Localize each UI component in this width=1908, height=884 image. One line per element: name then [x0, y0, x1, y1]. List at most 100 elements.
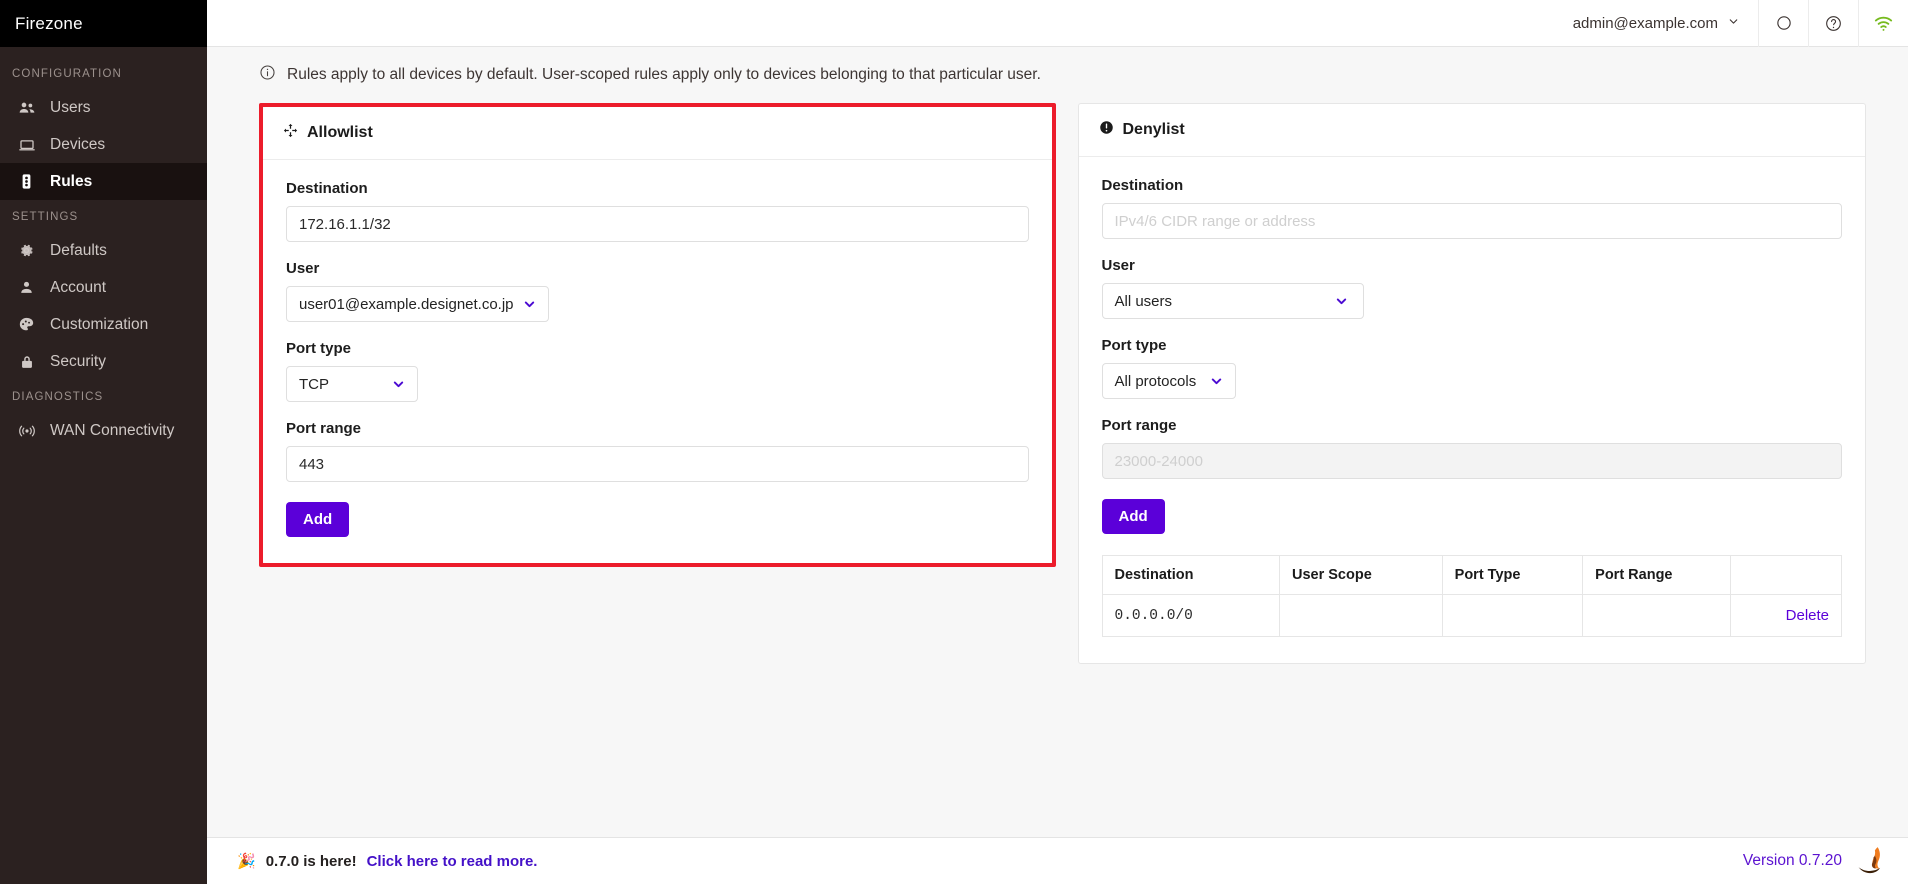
sidebar-item-label: Account [50, 278, 107, 296]
question-circle-icon[interactable] [1808, 0, 1858, 47]
cell-user-scope [1278, 594, 1443, 637]
denylist-port-range-label: Port range [1101, 417, 1177, 434]
allowlist-form: Destination User user01@example.designet… [263, 160, 1052, 563]
chevron-down-icon [1209, 374, 1224, 389]
sidebar-item-customization[interactable]: Customization [0, 306, 207, 343]
denylist-port-type-label: Port type [1101, 337, 1167, 354]
sidebar-item-users[interactable]: Users [0, 89, 207, 126]
denylist-panel-wrap: Denylist Destination User All users [1077, 103, 1866, 664]
denylist-user-label: User [1101, 257, 1135, 274]
sidebar-section-diagnostics: DIAGNOSTICS [12, 391, 104, 403]
sidebar-item-defaults[interactable]: Defaults [0, 232, 207, 269]
col-port-type: Port Type [1441, 555, 1584, 595]
firezone-flame-logo [1856, 842, 1890, 881]
sidebar: Firezone CONFIGURATION Users Devices Rul… [0, 0, 207, 884]
denylist-header: Denylist [1078, 104, 1865, 157]
allowlist-destination-group: Destination [286, 180, 1029, 242]
col-actions [1730, 555, 1842, 595]
allowlist-port-range-input[interactable] [286, 446, 1029, 482]
col-user-scope: User Scope [1278, 555, 1443, 595]
main-area: admin@example.com Rules apply to all dev… [207, 0, 1908, 884]
cell-port-type [1441, 594, 1584, 637]
sidebar-item-account[interactable]: Account [0, 269, 207, 306]
denylist-port-type-group: Port type All protocols [1101, 337, 1843, 399]
person-icon [17, 278, 36, 297]
sidebar-nav: CONFIGURATION Users Devices Rules SETTIN… [0, 47, 207, 449]
move-arrows-icon [283, 123, 298, 143]
sidebar-item-security[interactable]: Security [0, 343, 207, 380]
sidebar-item-devices[interactable]: Devices [0, 126, 207, 163]
sidebar-section-settings: SETTINGS [12, 211, 79, 223]
account-menu[interactable]: admin@example.com [1555, 0, 1758, 46]
denylist-user-select[interactable]: All users [1101, 283, 1364, 319]
allowlist-port-type-select[interactable]: TCP [286, 366, 418, 402]
footer-version: Version 0.7.20 [1742, 852, 1842, 869]
allowlist-user-value: user01@example.designet.co.jp [299, 295, 514, 313]
allowlist-port-type-value: TCP [299, 375, 329, 393]
allowlist-destination-label: Destination [286, 180, 368, 197]
gear-icon [17, 241, 36, 260]
allowlist-panel: Allowlist Destination User user01@exampl… [263, 107, 1052, 563]
denylist-table-head: Destination User Scope Port Type Port Ra… [1101, 555, 1842, 595]
account-email: admin@example.com [1572, 14, 1718, 32]
footer-release-text: 0.7.0 is here! [265, 852, 357, 870]
col-port-range: Port Range [1582, 555, 1732, 595]
allowlist-header: Allowlist [263, 107, 1052, 160]
users-icon [17, 98, 36, 117]
info-banner-text: Rules apply to all devices by default. U… [287, 66, 1041, 83]
footer-version-area: Version 0.7.20 [1743, 842, 1890, 881]
content-area: Rules apply to all devices by default. U… [207, 47, 1908, 884]
allowlist-title: Allowlist [307, 124, 373, 141]
allowlist-add-button[interactable]: Add [286, 502, 350, 537]
sidebar-item-label: Devices [50, 135, 106, 153]
info-circle-icon [259, 64, 276, 86]
denylist-port-range-input[interactable] [1101, 443, 1842, 479]
chevron-down-icon [391, 377, 406, 392]
denylist-port-type-select[interactable]: All protocols [1101, 363, 1236, 399]
denylist-destination-group: Destination [1101, 177, 1842, 239]
sidebar-item-label: Customization [50, 315, 149, 333]
delete-link[interactable]: Delete [1786, 607, 1829, 624]
col-destination: Destination [1101, 555, 1280, 595]
sidebar-item-rules[interactable]: Rules [0, 163, 207, 200]
allowlist-user-select[interactable]: user01@example.designet.co.jp [286, 286, 549, 322]
denylist-destination-label: Destination [1101, 177, 1184, 194]
allowlist-user-label: User [286, 260, 320, 277]
lock-icon [17, 352, 36, 371]
table-row: 0.0.0.0/0 Delete [1101, 594, 1842, 637]
topbar: admin@example.com [207, 0, 1908, 47]
allowlist-port-range-label: Port range [286, 420, 362, 437]
sidebar-item-label: WAN Connectivity [50, 421, 175, 439]
circle-icon[interactable] [1758, 0, 1808, 47]
cell-destination: 0.0.0.0/0 [1101, 594, 1280, 637]
chevron-down-icon [1334, 294, 1349, 309]
table-header-row: Destination User Scope Port Type Port Ra… [1101, 555, 1842, 595]
denylist-title: Denylist [1122, 121, 1185, 138]
sidebar-item-label: Security [50, 352, 106, 370]
allowlist-port-type-label: Port type [286, 340, 352, 357]
palette-icon [17, 315, 36, 334]
footer-release-notice: 🎉 0.7.0 is here! Click here to read more… [237, 852, 538, 871]
party-popper-icon: 🎉 [237, 853, 256, 870]
laptop-icon [17, 135, 36, 154]
brand-title[interactable]: Firezone [0, 0, 207, 47]
allowlist-user-group: User user01@example.designet.co.jp [286, 260, 1029, 322]
sidebar-item-label: Defaults [50, 241, 107, 259]
denylist-table: Destination User Scope Port Type Port Ra… [1101, 555, 1843, 637]
exclamation-circle-icon [1099, 120, 1114, 140]
chevron-down-icon [522, 297, 537, 312]
sidebar-item-wan-connectivity[interactable]: WAN Connectivity [0, 412, 207, 449]
allowlist-destination-input[interactable] [286, 206, 1029, 242]
denylist-add-button[interactable]: Add [1101, 499, 1165, 534]
footer: 🎉 0.7.0 is here! Click here to read more… [207, 837, 1908, 884]
wifi-icon[interactable] [1858, 0, 1908, 47]
cell-actions: Delete [1730, 594, 1842, 637]
rules-panels: Allowlist Destination User user01@exampl… [207, 103, 1908, 664]
denylist-port-range-group: Port range [1101, 417, 1842, 479]
sidebar-section-configuration: CONFIGURATION [12, 68, 122, 80]
footer-release-link[interactable]: Click here to read more. [367, 853, 538, 870]
traffic-light-icon [17, 172, 36, 191]
denylist-destination-input[interactable] [1101, 203, 1842, 239]
allowlist-port-range-group: Port range [286, 420, 1029, 482]
denylist-form: Destination User All users [1079, 157, 1866, 663]
